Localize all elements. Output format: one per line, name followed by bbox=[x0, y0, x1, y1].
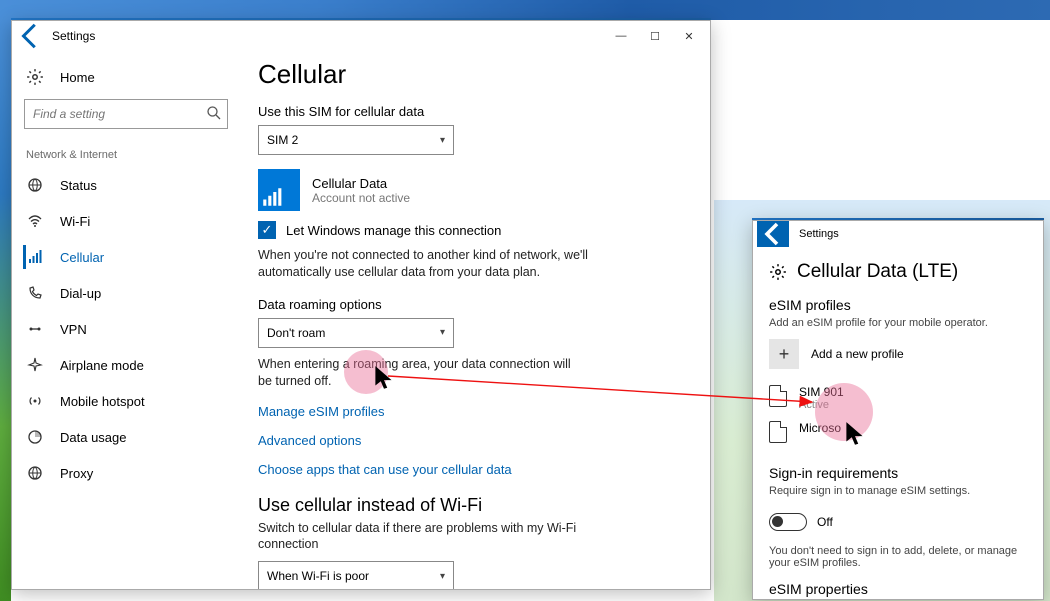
content-pane: Cellular Use this SIM for cellular data … bbox=[240, 51, 710, 589]
sidebar-item-label: Mobile hotspot bbox=[60, 394, 145, 409]
desktop-wallpaper-left bbox=[0, 20, 11, 601]
page-title: Cellular Data (LTE) bbox=[769, 261, 1027, 283]
chevron-down-icon: ▾ bbox=[440, 135, 445, 146]
esim-profiles-sub: Add an eSIM profile for your mobile oper… bbox=[769, 317, 1027, 329]
link-choose-apps[interactable]: Choose apps that can use your cellular d… bbox=[258, 462, 682, 477]
data-usage-icon bbox=[26, 428, 44, 446]
cursor-icon bbox=[373, 364, 395, 397]
add-profile-row[interactable]: + Add a new profile bbox=[769, 339, 1027, 369]
esim-properties-heading: eSIM properties bbox=[769, 581, 1027, 597]
roaming-select[interactable]: Don't roam ▾ bbox=[258, 318, 454, 348]
page-title: Cellular bbox=[258, 59, 682, 90]
sidebar-item-datausage[interactable]: Data usage bbox=[12, 419, 240, 455]
cellular-bars-icon bbox=[26, 248, 44, 266]
esim-profiles-heading: eSIM profiles bbox=[769, 297, 1027, 313]
hotspot-icon bbox=[26, 392, 44, 410]
active-indicator bbox=[23, 245, 26, 269]
minimize-button[interactable]: — bbox=[604, 21, 638, 51]
toggle-label: Off bbox=[817, 515, 833, 529]
link-manage-esim[interactable]: Manage eSIM profiles bbox=[258, 404, 682, 419]
cellular-bars-icon bbox=[262, 187, 282, 207]
wifi-fallback-value: When Wi-Fi is poor bbox=[267, 569, 369, 583]
sidebar-home[interactable]: Home bbox=[12, 59, 240, 95]
globe-icon bbox=[26, 464, 44, 482]
sidebar-item-vpn[interactable]: VPN bbox=[12, 311, 240, 347]
manage-connection-checkbox[interactable]: ✓ bbox=[258, 221, 276, 239]
sim-select[interactable]: SIM 2 ▾ bbox=[258, 125, 454, 155]
maximize-button[interactable]: ☐ bbox=[638, 21, 672, 51]
sidebar-item-label: Dial-up bbox=[60, 286, 101, 301]
roaming-value: Don't roam bbox=[267, 326, 325, 340]
sidebar-item-dialup[interactable]: Dial-up bbox=[12, 275, 240, 311]
titlebar: Settings — ☐ ✕ bbox=[12, 21, 710, 51]
titlebar: Settings bbox=[753, 221, 1043, 247]
roaming-label: Data roaming options bbox=[258, 297, 682, 312]
chevron-down-icon: ▾ bbox=[440, 571, 445, 582]
status-icon bbox=[26, 176, 44, 194]
sim-select-label: Use this SIM for cellular data bbox=[258, 104, 682, 119]
esim-profile-item[interactable]: SIM 901 Active bbox=[769, 385, 1027, 411]
phone-icon bbox=[26, 284, 44, 302]
sidebar-item-hotspot[interactable]: Mobile hotspot bbox=[12, 383, 240, 419]
gear-icon bbox=[769, 263, 787, 281]
gear-icon bbox=[26, 68, 44, 86]
vpn-icon bbox=[26, 320, 44, 338]
close-button[interactable]: ✕ bbox=[672, 21, 706, 51]
back-button[interactable] bbox=[757, 221, 789, 247]
back-button[interactable] bbox=[16, 21, 46, 51]
signin-toggle[interactable] bbox=[769, 513, 807, 531]
page-title-text: Cellular Data (LTE) bbox=[797, 261, 958, 283]
roaming-hint: When entering a roaming area, your data … bbox=[258, 356, 588, 390]
cellular-tile[interactable] bbox=[258, 169, 300, 211]
tile-title: Cellular Data bbox=[312, 176, 410, 191]
search-input[interactable] bbox=[24, 99, 228, 129]
tile-subtitle: Account not active bbox=[312, 191, 410, 205]
sidebar-section-label: Network & Internet bbox=[12, 135, 240, 167]
sidebar-item-airplane[interactable]: Airplane mode bbox=[12, 347, 240, 383]
link-advanced-options[interactable]: Advanced options bbox=[258, 433, 682, 448]
sidebar-item-wifi[interactable]: Wi-Fi bbox=[12, 203, 240, 239]
window-title: Settings bbox=[46, 29, 95, 43]
signin-hint: You don't need to sign in to add, delete… bbox=[769, 545, 1027, 569]
signin-sub: Require sign in to manage eSIM settings. bbox=[769, 485, 1027, 497]
sidebar-item-label: Airplane mode bbox=[60, 358, 144, 373]
sidebar: Home Network & Internet Status Wi-Fi Ce bbox=[12, 51, 240, 589]
esim-profile-item[interactable]: Microso bbox=[769, 421, 1027, 443]
window-title: Settings bbox=[789, 228, 839, 240]
add-profile-label: Add a new profile bbox=[811, 347, 904, 361]
airplane-icon bbox=[26, 356, 44, 374]
manage-connection-label: Let Windows manage this connection bbox=[286, 223, 501, 238]
sidebar-item-status[interactable]: Status bbox=[12, 167, 240, 203]
window-controls: — ☐ ✕ bbox=[604, 21, 706, 51]
chevron-down-icon: ▾ bbox=[440, 327, 445, 338]
settings-window-esim: Settings Cellular Data (LTE) eSIM profil… bbox=[752, 220, 1044, 600]
plus-icon: + bbox=[769, 339, 799, 369]
sidebar-item-label: Status bbox=[60, 178, 97, 193]
manage-connection-hint: When you're not connected to another kin… bbox=[258, 247, 588, 281]
settings-window-main: Settings — ☐ ✕ Home Network & Internet bbox=[11, 20, 711, 590]
home-label: Home bbox=[60, 70, 95, 85]
wifi-icon bbox=[26, 212, 44, 230]
sidebar-item-cellular[interactable]: Cellular bbox=[12, 239, 240, 275]
wifi-fallback-select[interactable]: When Wi-Fi is poor ▾ bbox=[258, 561, 454, 589]
signin-heading: Sign-in requirements bbox=[769, 465, 1027, 481]
wifi-fallback-sub: Switch to cellular data if there are pro… bbox=[258, 520, 588, 554]
sidebar-item-label: Data usage bbox=[60, 430, 127, 445]
sidebar-item-label: VPN bbox=[60, 322, 87, 337]
wifi-fallback-heading: Use cellular instead of Wi-Fi bbox=[258, 495, 682, 516]
search-icon bbox=[206, 105, 222, 126]
sidebar-item-proxy[interactable]: Proxy bbox=[12, 455, 240, 491]
desktop-wallpaper-top bbox=[0, 0, 1050, 20]
search-field[interactable] bbox=[24, 99, 228, 129]
sim-card-icon bbox=[769, 385, 787, 407]
sim-select-value: SIM 2 bbox=[267, 133, 298, 147]
cursor-icon bbox=[844, 420, 866, 453]
sidebar-item-label: Proxy bbox=[60, 466, 93, 481]
sidebar-item-label: Wi-Fi bbox=[60, 214, 90, 229]
sidebar-item-label: Cellular bbox=[60, 250, 104, 265]
sim-card-icon bbox=[769, 421, 787, 443]
